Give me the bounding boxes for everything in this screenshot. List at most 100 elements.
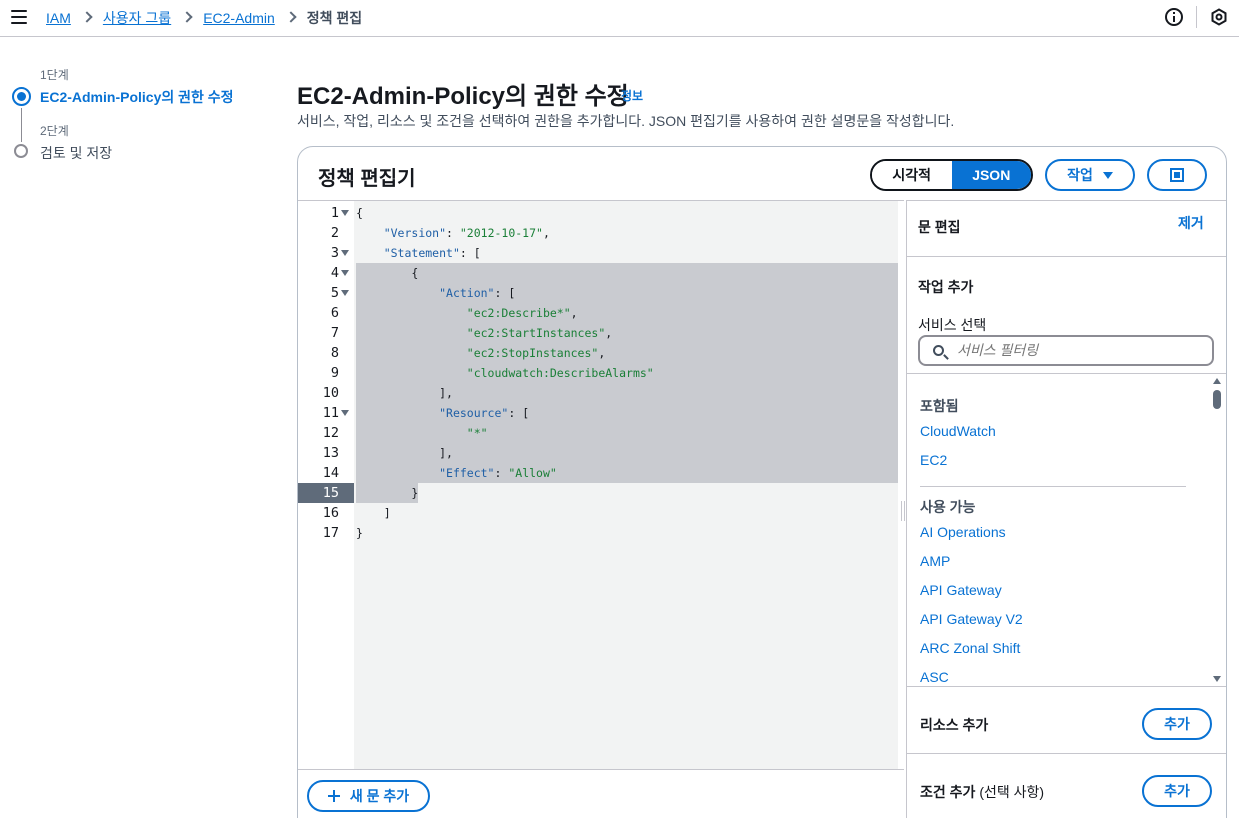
line-number: 11 — [322, 405, 339, 421]
scrollbar-thumb[interactable] — [1213, 390, 1221, 409]
breadcrumb-iam[interactable]: IAM — [46, 10, 71, 26]
service-item[interactable]: ARC Zonal Shift — [920, 640, 1020, 656]
divider — [907, 256, 1226, 257]
line-number: 3 — [330, 245, 339, 261]
line-number: 16 — [322, 505, 339, 521]
breadcrumb-ec2-admin[interactable]: EC2-Admin — [203, 10, 275, 26]
visual-mode-button[interactable]: 시각적 — [872, 161, 952, 189]
policy-editor-card: 정책 편집기 시각적 JSON 작업 15 1{ 2 "Version": "2… — [297, 146, 1227, 818]
top-navigation-bar: IAM 사용자 그룹 EC2-Admin 정책 편집 — [0, 0, 1239, 37]
fold-arrow-icon[interactable] — [341, 270, 349, 276]
fold-arrow-icon[interactable] — [341, 210, 349, 216]
line-number: 7 — [330, 325, 339, 341]
step-connector — [21, 108, 22, 142]
optional-label: (선택 사항) — [979, 784, 1045, 800]
line-number: 10 — [322, 385, 339, 401]
editor-title: 정책 편집기 — [318, 168, 416, 190]
page-title: EC2-Admin-Policy의 권한 수정 — [297, 83, 629, 110]
editor-mode-toggle: 시각적 JSON — [870, 159, 1033, 191]
service-item[interactable]: CloudWatch — [920, 423, 996, 439]
edit-statement-panel: 문 편집 제거 작업 추가 서비스 선택 포함됨 CloudWatch EC2 … — [906, 200, 1226, 818]
code-line: "Effect": "Allow" — [439, 466, 557, 480]
code-line: { — [411, 266, 419, 280]
code-line: "cloudwatch:DescribeAlarms" — [466, 366, 654, 380]
code-line: ], — [439, 446, 453, 460]
service-item[interactable]: API Gateway V2 — [920, 611, 1023, 627]
step-1-title: EC2-Admin-Policy의 권한 수정 — [40, 89, 234, 105]
service-item[interactable]: EC2 — [920, 452, 947, 468]
breadcrumb-current: 정책 편집 — [306, 10, 363, 26]
line-number: 12 — [322, 425, 339, 441]
add-condition-heading: 조건 추가 (선택 사항) — [920, 784, 1045, 800]
service-search-input[interactable] — [957, 342, 1207, 358]
line-number: 8 — [330, 345, 339, 361]
code-line: "Statement": [ — [383, 246, 481, 260]
service-item[interactable]: ASC — [920, 669, 949, 685]
code-line: "ec2:StopInstances", — [466, 346, 606, 360]
actions-label: 작업 — [1067, 167, 1093, 183]
hexagon-icon[interactable] — [1210, 8, 1228, 26]
scroll-down-icon[interactable] — [1213, 676, 1221, 682]
fold-arrow-icon[interactable] — [341, 250, 349, 256]
service-select-label: 서비스 선택 — [918, 317, 987, 333]
actions-dropdown-button[interactable]: 작업 — [1045, 159, 1135, 191]
scrollbar[interactable] — [1210, 374, 1224, 686]
line-number: 1 — [330, 205, 339, 221]
breadcrumb: IAM 사용자 그룹 EC2-Admin 정책 편집 — [46, 8, 362, 28]
info-circle-icon[interactable] — [1165, 8, 1183, 26]
code-line: ] — [383, 506, 391, 520]
panel-title: 문 편집 — [918, 219, 961, 235]
plus-icon — [327, 790, 340, 802]
chevron-right-icon — [285, 11, 297, 23]
add-resource-heading: 리소스 추가 — [920, 717, 989, 733]
step-active-icon — [12, 87, 31, 106]
page-description: 서비스, 작업, 리소스 및 조건을 선택하여 권한을 추가합니다. JSON … — [297, 113, 955, 129]
code-line: "*" — [466, 426, 488, 440]
service-item[interactable]: AMP — [920, 553, 950, 569]
fullscreen-button[interactable] — [1147, 159, 1207, 191]
available-group-label: 사용 가능 — [920, 499, 976, 515]
service-list: 포함됨 CloudWatch EC2 사용 가능 AI Operations A… — [907, 373, 1226, 686]
search-icon — [933, 345, 944, 356]
chevron-right-icon — [81, 11, 93, 23]
divider — [920, 486, 1186, 487]
panel-resize-handle[interactable] — [901, 501, 905, 521]
step-1-label: 1단계 — [40, 68, 69, 82]
add-resource-button[interactable]: 추가 — [1142, 708, 1212, 740]
chevron-right-icon — [181, 11, 193, 23]
breadcrumb-user-groups[interactable]: 사용자 그룹 — [103, 8, 171, 28]
line-number: 14 — [322, 465, 339, 481]
hamburger-icon[interactable] — [11, 10, 27, 24]
scroll-up-icon[interactable] — [1213, 378, 1221, 384]
add-action-heading: 작업 추가 — [918, 279, 974, 295]
service-item[interactable]: API Gateway — [920, 582, 1002, 598]
line-number: 5 — [330, 285, 339, 301]
json-code-editor[interactable]: 15 1{ 2 "Version": "2012-10-17", 3 "Stat… — [298, 200, 905, 770]
code-line: "Version": "2012-10-17", — [383, 226, 550, 240]
caret-down-icon — [1102, 171, 1113, 179]
code-line: "ec2:Describe*", — [466, 306, 578, 320]
divider — [907, 686, 1226, 687]
divider — [1196, 6, 1197, 28]
included-group-label: 포함됨 — [920, 398, 959, 414]
add-statement-label: 새 문 추가 — [349, 788, 410, 804]
fold-arrow-icon[interactable] — [341, 290, 349, 296]
code-line: } — [356, 526, 363, 540]
code-line: ], — [439, 386, 453, 400]
json-mode-button[interactable]: JSON — [951, 161, 1031, 189]
info-link[interactable]: 정보 — [621, 87, 643, 104]
line-number: 6 — [330, 305, 339, 321]
step-inactive-icon — [14, 144, 28, 158]
service-item[interactable]: AI Operations — [920, 524, 1006, 540]
line-number: 13 — [322, 445, 339, 461]
line-number: 2 — [330, 225, 339, 241]
add-statement-button[interactable]: 새 문 추가 — [307, 780, 430, 812]
step-2-title[interactable]: 검토 및 저장 — [40, 143, 112, 163]
code-line: "Action": [ — [439, 286, 516, 300]
line-number: 4 — [330, 265, 339, 281]
divider — [907, 753, 1226, 754]
fold-arrow-icon[interactable] — [341, 410, 349, 416]
add-condition-button[interactable]: 추가 — [1142, 775, 1212, 807]
remove-button[interactable]: 제거 — [1178, 213, 1204, 233]
service-search-field[interactable] — [918, 335, 1214, 366]
